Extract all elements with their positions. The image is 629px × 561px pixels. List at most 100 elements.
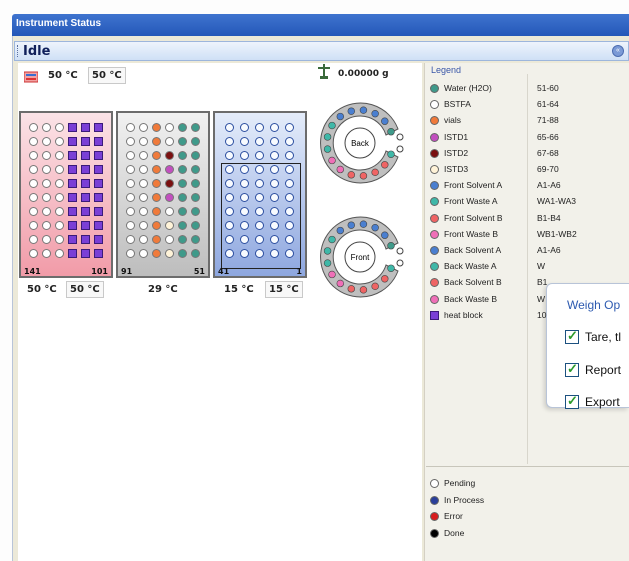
vial-position[interactable] bbox=[225, 151, 234, 160]
vial-position[interactable] bbox=[42, 221, 51, 230]
vial-position[interactable] bbox=[165, 137, 174, 146]
vial-position[interactable] bbox=[240, 151, 249, 160]
wheel-position[interactable] bbox=[323, 247, 332, 255]
vial-position[interactable] bbox=[126, 151, 135, 160]
vial-position[interactable] bbox=[126, 235, 135, 244]
vial-position[interactable] bbox=[152, 221, 161, 230]
tray-1[interactable]: 141 101 bbox=[19, 111, 113, 278]
vial-position[interactable] bbox=[165, 193, 174, 202]
vial-position[interactable] bbox=[42, 249, 51, 258]
vial-position[interactable] bbox=[139, 151, 148, 160]
vial-position[interactable] bbox=[152, 137, 161, 146]
wheel-position[interactable] bbox=[387, 242, 395, 250]
vial-position[interactable] bbox=[191, 221, 200, 230]
vial-position[interactable] bbox=[55, 123, 64, 132]
vial-position[interactable] bbox=[178, 151, 187, 160]
vial-position[interactable] bbox=[139, 221, 148, 230]
vial-position[interactable] bbox=[191, 123, 200, 132]
wheel-position[interactable] bbox=[371, 223, 379, 232]
vial-position[interactable] bbox=[191, 235, 200, 244]
vial-position[interactable] bbox=[165, 123, 174, 132]
wheel-position[interactable] bbox=[387, 128, 395, 136]
wheel-slot[interactable] bbox=[396, 247, 404, 255]
wheel-slot[interactable] bbox=[396, 133, 404, 141]
wheel-position[interactable] bbox=[328, 121, 336, 130]
wheel-position[interactable] bbox=[336, 112, 344, 121]
wheel-position[interactable] bbox=[381, 117, 389, 125]
wheel-position[interactable] bbox=[347, 221, 355, 229]
vial-position[interactable] bbox=[152, 123, 161, 132]
wheel-position[interactable] bbox=[359, 220, 368, 228]
vial-position[interactable] bbox=[191, 179, 200, 188]
wheel-position[interactable] bbox=[336, 165, 344, 174]
vial-position[interactable] bbox=[139, 249, 148, 258]
report-checkbox[interactable] bbox=[565, 361, 579, 377]
wheel-position[interactable] bbox=[347, 107, 355, 115]
wheel-position[interactable] bbox=[381, 231, 389, 239]
vial-position[interactable] bbox=[55, 235, 64, 244]
vial-position[interactable] bbox=[126, 123, 135, 132]
wheel-position[interactable] bbox=[336, 279, 344, 288]
wheel-position[interactable] bbox=[328, 156, 336, 165]
vial-position[interactable] bbox=[285, 137, 294, 146]
wheel-position[interactable] bbox=[323, 145, 332, 153]
vial-position[interactable] bbox=[139, 207, 148, 216]
vial-position[interactable] bbox=[55, 165, 64, 174]
vial-position[interactable] bbox=[29, 151, 38, 160]
vial-position[interactable] bbox=[152, 165, 161, 174]
vial-position[interactable] bbox=[165, 179, 174, 188]
vial-position[interactable] bbox=[165, 165, 174, 174]
tray-3[interactable]: 41 1 bbox=[213, 111, 307, 278]
vial-position[interactable] bbox=[178, 207, 187, 216]
vial-position[interactable] bbox=[178, 165, 187, 174]
vial-position[interactable] bbox=[285, 123, 294, 132]
wheel-position[interactable] bbox=[347, 171, 355, 179]
tray-2[interactable]: 91 51 bbox=[116, 111, 210, 278]
vial-position[interactable] bbox=[55, 151, 64, 160]
wheel-position[interactable] bbox=[347, 285, 355, 293]
wheel-position[interactable] bbox=[323, 259, 332, 267]
vial-position[interactable] bbox=[29, 179, 38, 188]
vial-position[interactable] bbox=[126, 137, 135, 146]
wheel-position[interactable] bbox=[336, 226, 344, 235]
vial-position[interactable] bbox=[126, 221, 135, 230]
back-tower-wheel[interactable]: Back bbox=[318, 98, 408, 188]
wheel-slot[interactable] bbox=[396, 145, 404, 153]
vial-position[interactable] bbox=[55, 207, 64, 216]
vial-position[interactable] bbox=[191, 165, 200, 174]
vial-position[interactable] bbox=[126, 193, 135, 202]
vial-position[interactable] bbox=[255, 151, 264, 160]
vial-position[interactable] bbox=[29, 249, 38, 258]
vial-position[interactable] bbox=[270, 137, 279, 146]
wheel-slot[interactable] bbox=[396, 259, 404, 267]
wheel-position[interactable] bbox=[359, 172, 368, 180]
vial-position[interactable] bbox=[178, 235, 187, 244]
vial-position[interactable] bbox=[42, 123, 51, 132]
vial-position[interactable] bbox=[178, 249, 187, 258]
vial-position[interactable] bbox=[42, 179, 51, 188]
vial-position[interactable] bbox=[152, 235, 161, 244]
vial-position[interactable] bbox=[152, 179, 161, 188]
vial-position[interactable] bbox=[29, 207, 38, 216]
vial-position[interactable] bbox=[139, 179, 148, 188]
vial-position[interactable] bbox=[29, 221, 38, 230]
vial-position[interactable] bbox=[126, 207, 135, 216]
vial-position[interactable] bbox=[240, 137, 249, 146]
vial-position[interactable] bbox=[29, 193, 38, 202]
collapse-icon[interactable]: « bbox=[612, 45, 624, 57]
wheel-position[interactable] bbox=[328, 235, 336, 244]
vial-position[interactable] bbox=[225, 123, 234, 132]
vial-position[interactable] bbox=[270, 151, 279, 160]
vial-position[interactable] bbox=[29, 165, 38, 174]
vial-position[interactable] bbox=[152, 207, 161, 216]
wheel-position[interactable] bbox=[381, 161, 389, 169]
vial-position[interactable] bbox=[285, 151, 294, 160]
vial-position[interactable] bbox=[42, 193, 51, 202]
wheel-position[interactable] bbox=[371, 282, 379, 291]
vial-position[interactable] bbox=[152, 249, 161, 258]
vial-position[interactable] bbox=[225, 137, 234, 146]
vial-position[interactable] bbox=[165, 207, 174, 216]
vial-position[interactable] bbox=[152, 151, 161, 160]
vial-position[interactable] bbox=[240, 123, 249, 132]
tare-checkbox[interactable] bbox=[565, 328, 579, 344]
